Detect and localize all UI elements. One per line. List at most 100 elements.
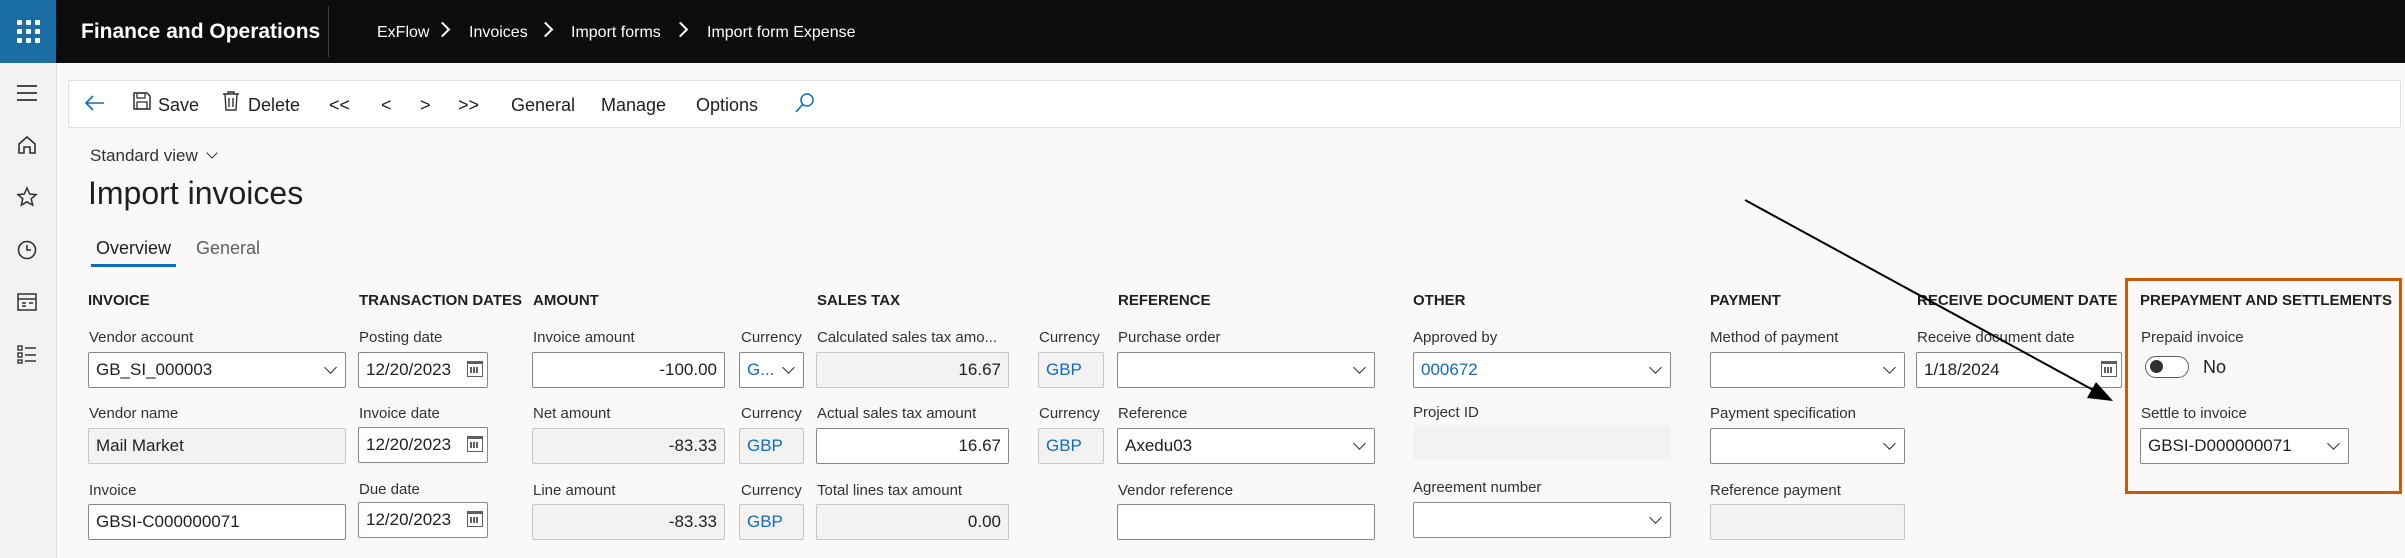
page-title: Import invoices [88,175,304,211]
actual-sales-tax-field[interactable]: 16.67 [816,428,1009,464]
vendor-account-field[interactable]: GB_SI_000003 [88,352,346,388]
payment-specification-label: Payment specification [1710,405,1856,422]
currency-label: Currency [1039,405,1100,422]
tab-overview[interactable]: Overview [96,238,171,259]
purchase-order-field[interactable] [1117,352,1375,388]
chevron-down-icon [1353,361,1366,374]
invoice-date-label: Invoice date [359,405,440,422]
chevron-down-icon [2327,437,2340,450]
breadcrumb-invoices[interactable]: Invoices [469,0,528,63]
chevron-down-icon [1883,361,1896,374]
line-amount-label: Line amount [533,482,616,499]
net-currency-field: GBP [739,428,804,464]
receive-document-date-value: 1/18/2024 [1924,360,2000,379]
calculated-tax-currency-field: GBP [1038,352,1104,388]
actual-tax-currency-field: GBP [1038,428,1104,464]
receive-document-date-field[interactable]: 1/18/2024 [1916,352,2122,388]
last-record-button[interactable]: >> [458,80,479,128]
app-title[interactable]: Finance and Operations [81,0,320,63]
star-icon[interactable] [14,184,40,210]
reference-payment-label: Reference payment [1710,482,1841,499]
approved-by-field[interactable]: 000672 [1413,352,1671,388]
arrow-left-icon [84,95,104,111]
calendar-icon[interactable] [467,511,483,527]
vendor-reference-field[interactable] [1117,504,1375,540]
chevron-right-icon [537,21,554,38]
prepaid-invoice-toggle[interactable] [2145,356,2189,378]
tab-general[interactable]: General [196,238,260,259]
app-launcher-button[interactable] [0,0,56,63]
list-icon[interactable] [14,341,40,367]
breadcrumb-exflow[interactable]: ExFlow [377,0,429,63]
invoice-amount-field[interactable]: -100.00 [532,352,725,388]
first-record-button[interactable]: << [329,80,350,128]
invoice-amount-label: Invoice amount [533,329,635,346]
payment-specification-field[interactable] [1710,428,1905,464]
agreement-number-field[interactable] [1413,502,1671,538]
chevron-down-icon [1649,361,1662,374]
invoice-label: Invoice [89,482,137,499]
currency-label: Currency [741,482,802,499]
breadcrumb-import-form-expense[interactable]: Import form Expense [707,0,856,63]
chevron-down-icon [1883,437,1896,450]
hamburger-icon[interactable] [14,80,40,106]
currency-label: Currency [741,329,802,346]
delete-button[interactable]: Delete [248,80,300,128]
previous-record-button[interactable]: < [381,80,392,128]
chevron-right-icon [434,21,451,38]
calculated-sales-tax-field: 16.67 [816,352,1009,388]
due-date-field[interactable]: 12/20/2023 [358,502,488,538]
back-button[interactable] [82,90,110,118]
next-record-button[interactable]: > [420,80,431,128]
clock-icon[interactable] [14,237,40,263]
invoice-date-value: 12/20/2023 [366,435,452,454]
invoice-currency-field[interactable]: G... [739,352,804,388]
calendar-icon[interactable] [467,436,483,452]
left-navigation [0,63,57,558]
purchase-order-label: Purchase order [1118,329,1221,346]
section-sales-tax: SALES TAX [817,292,901,309]
project-id-label: Project ID [1413,404,1479,421]
invoice-field[interactable]: GBSI-C000000071 [88,504,346,540]
calendar-icon[interactable] [467,361,483,377]
waffle-icon [16,20,40,43]
method-of-payment-field[interactable] [1710,352,1905,388]
settle-to-invoice-value: GBSI-D000000071 [2148,436,2292,455]
invoice-date-field[interactable]: 12/20/2023 [358,427,488,463]
home-icon[interactable] [14,132,40,158]
reference-payment-field [1710,504,1905,540]
section-amount: AMOUNT [533,292,599,309]
view-label: Standard view [90,146,198,165]
save-button[interactable]: Save [158,80,199,128]
settle-to-invoice-field[interactable]: GBSI-D000000071 [2140,428,2349,464]
calculated-sales-tax-label: Calculated sales tax amo... [817,329,998,346]
posting-date-label: Posting date [359,329,443,346]
vendor-account-label: Vendor account [89,329,194,346]
manage-menu[interactable]: Manage [601,80,666,128]
vendor-name-field: Mail Market [88,428,346,464]
toggle-knob [2150,360,2163,373]
method-of-payment-label: Method of payment [1710,329,1839,346]
receive-document-date-label: Receive document date [1917,329,2075,346]
reference-field[interactable]: Axedu03 [1117,428,1375,464]
divider [328,6,329,57]
due-date-label: Due date [359,481,420,498]
options-menu[interactable]: Options [696,80,758,128]
general-menu[interactable]: General [511,80,575,128]
breadcrumb-import-forms[interactable]: Import forms [571,0,661,63]
vendor-account-value: GB_SI_000003 [96,360,213,379]
section-invoice: INVOICE [88,292,150,309]
save-icon [132,91,152,111]
vendor-reference-label: Vendor reference [1118,482,1234,499]
section-reference: REFERENCE [1118,292,1211,309]
posting-date-field[interactable]: 12/20/2023 [358,352,488,388]
search-button[interactable] [794,92,816,114]
line-currency-field: GBP [739,504,804,540]
calendar-icon[interactable] [2101,361,2117,377]
chevron-down-icon [1353,437,1366,450]
section-payment: PAYMENT [1710,292,1781,309]
workspace-icon[interactable] [14,289,40,315]
top-bar: Finance and Operations ExFlow Invoices I… [0,0,2405,63]
section-receive-document-date: RECEIVE DOCUMENT DATE [1917,292,2118,309]
view-selector[interactable]: Standard view [90,146,198,166]
